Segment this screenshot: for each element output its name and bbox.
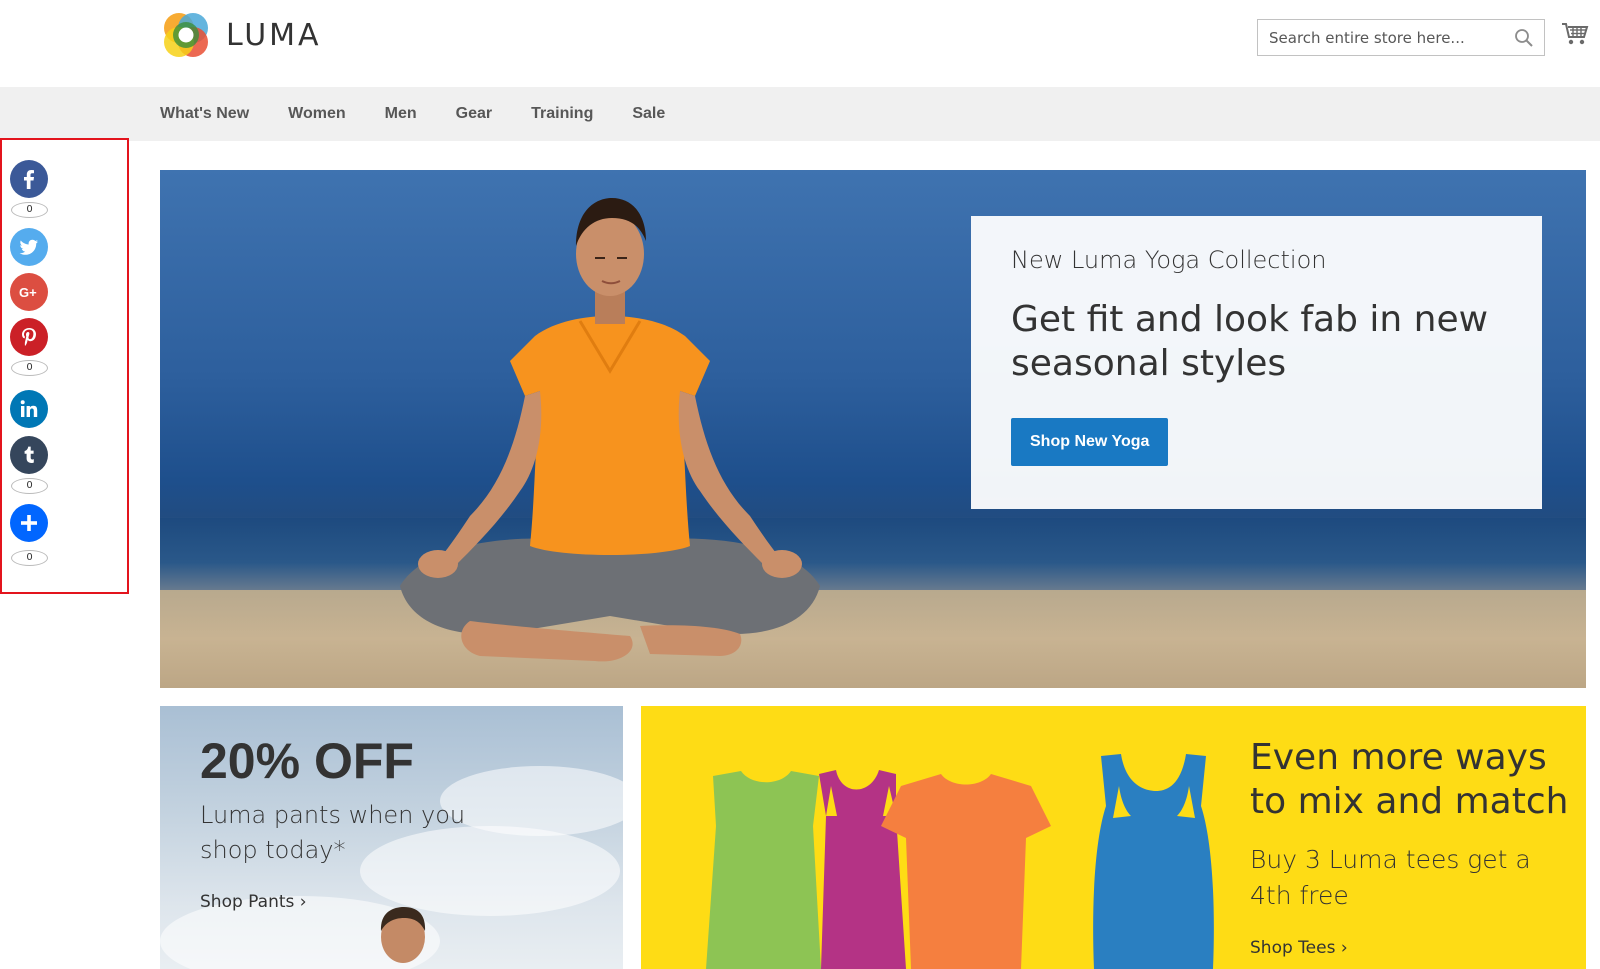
tees-promo-block[interactable]: Even more ways to mix and match Buy 3 Lu… [641, 706, 1586, 969]
pants-discount-title: 20% OFF [200, 733, 414, 789]
nav-item-women[interactable]: Women [288, 105, 345, 123]
linkedin-share-button[interactable] [10, 390, 48, 428]
pants-promo-text: Luma pants when you shop today* [200, 801, 466, 864]
linkedin-icon [20, 400, 38, 417]
search-box [1257, 19, 1545, 56]
shop-pants-link[interactable]: Shop Pants › [200, 892, 307, 912]
facebook-icon [24, 170, 34, 189]
nav-item-sale[interactable]: Sale [632, 105, 665, 123]
googleplus-share-button[interactable]: G+ [10, 273, 48, 311]
plus-icon [21, 515, 37, 531]
nav-item-gear[interactable]: Gear [456, 105, 492, 123]
pinterest-icon [22, 328, 36, 346]
social-share-panel: 0 G+ 0 0 0 [0, 138, 129, 594]
svg-text:G+: G+ [19, 285, 37, 300]
header: LUMA [0, 0, 1600, 87]
shop-new-yoga-button[interactable]: Shop New Yoga [1011, 418, 1169, 466]
yoga-woman-image [400, 198, 820, 662]
tumblr-share-button[interactable] [10, 436, 48, 474]
pinterest-share-button[interactable] [10, 318, 48, 356]
tees-promo-text: Buy 3 Luma tees get a 4th free [1250, 845, 1531, 910]
facebook-share-button[interactable] [10, 160, 48, 198]
pinterest-share-count: 0 [11, 360, 48, 376]
logo-text: LUMA [226, 17, 322, 53]
promo-box: New Luma Yoga Collection Get fit and loo… [971, 216, 1542, 509]
main-navigation: What's New Women Men Gear Training Sale [0, 87, 1600, 141]
shop-tees-link[interactable]: Shop Tees › [1250, 938, 1348, 958]
nav-item-men[interactable]: Men [385, 105, 417, 123]
facebook-share-count: 0 [11, 202, 48, 218]
promo-title: Get fit and look fab in new seasonal sty… [1011, 299, 1489, 384]
twitter-share-button[interactable] [10, 228, 48, 266]
pants-promo-block[interactable]: 20% OFF Luma pants when you shop today* … [160, 706, 623, 969]
twitter-icon [19, 239, 38, 255]
search-icon[interactable] [1514, 28, 1534, 48]
search-input[interactable] [1258, 20, 1498, 55]
hero-banner[interactable]: New Luma Yoga Collection Get fit and loo… [160, 170, 1586, 688]
tumblr-icon [24, 446, 34, 463]
nav-item-whats-new[interactable]: What's New [160, 105, 249, 123]
tumblr-share-count: 0 [11, 478, 48, 494]
cart-icon[interactable] [1561, 20, 1589, 48]
man-image [380, 907, 426, 963]
nav-item-training[interactable]: Training [531, 105, 593, 123]
luma-logo-icon [164, 13, 208, 57]
tees-illustration [706, 754, 1214, 969]
promo-kicker: New Luma Yoga Collection [1011, 246, 1327, 274]
googleplus-icon: G+ [19, 285, 37, 300]
luma-logo[interactable]: LUMA [160, 9, 322, 61]
addtoany-share-count: 0 [11, 550, 48, 566]
tees-promo-title: Even more ways to mix and match [1250, 737, 1569, 822]
addtoany-share-button[interactable] [10, 504, 48, 542]
